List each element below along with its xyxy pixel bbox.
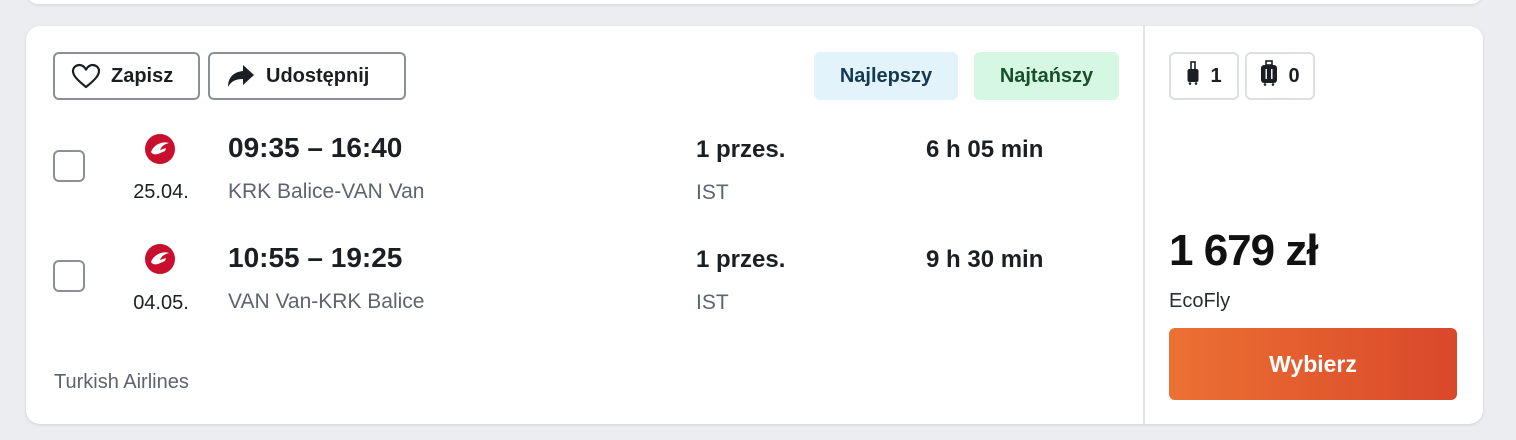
fare-name: EcoFly xyxy=(1169,290,1231,312)
turkish-airlines-logo xyxy=(144,243,176,275)
share-arrow-icon xyxy=(226,63,256,89)
save-button[interactable]: Zapisz xyxy=(53,52,200,100)
flight-result-card: Zapisz Udostępnij Najlepszy Najtańszy 25… xyxy=(26,26,1483,424)
checked-baggage-count: 0 xyxy=(1288,64,1300,87)
return-route: VAN Van-KRK Balice xyxy=(228,290,425,313)
turkish-airlines-logo xyxy=(144,133,176,165)
return-flight-checkbox[interactable] xyxy=(53,260,85,292)
share-button-label: Udostępnij xyxy=(266,64,370,87)
return-stops: 1 przes. xyxy=(696,246,786,273)
checked-baggage-indicator: 0 xyxy=(1245,52,1315,100)
outbound-flight-checkbox[interactable] xyxy=(53,150,85,182)
outbound-time-range: 09:35 – 16:40 xyxy=(228,132,403,163)
return-date: 04.05. xyxy=(133,292,189,314)
price-amount: 1 679 zł xyxy=(1169,226,1319,275)
save-button-label: Zapisz xyxy=(111,64,174,87)
outbound-duration: 6 h 05 min xyxy=(926,136,1044,163)
best-badge: Najlepszy xyxy=(814,52,958,100)
return-time-range: 10:55 – 19:25 xyxy=(228,242,403,273)
outbound-via: IST xyxy=(696,181,729,204)
airline-name: Turkish Airlines xyxy=(54,371,189,393)
outbound-stops: 1 przes. xyxy=(696,136,786,163)
heart-icon xyxy=(71,63,101,89)
return-duration: 9 h 30 min xyxy=(926,246,1044,273)
cheapest-badge: Najtańszy xyxy=(974,52,1119,100)
outbound-route: KRK Balice-VAN Van xyxy=(228,180,425,203)
cabin-bag-icon xyxy=(1186,61,1200,91)
previous-result-card xyxy=(26,0,1483,4)
hand-baggage-count: 1 xyxy=(1210,64,1222,87)
outbound-date: 25.04. xyxy=(133,181,189,203)
card-divider xyxy=(1143,26,1145,424)
suitcase-icon xyxy=(1260,60,1278,92)
share-button[interactable]: Udostępnij xyxy=(208,52,406,100)
return-via: IST xyxy=(696,291,729,314)
select-button[interactable]: Wybierz xyxy=(1169,328,1457,400)
hand-baggage-indicator: 1 xyxy=(1169,52,1239,100)
